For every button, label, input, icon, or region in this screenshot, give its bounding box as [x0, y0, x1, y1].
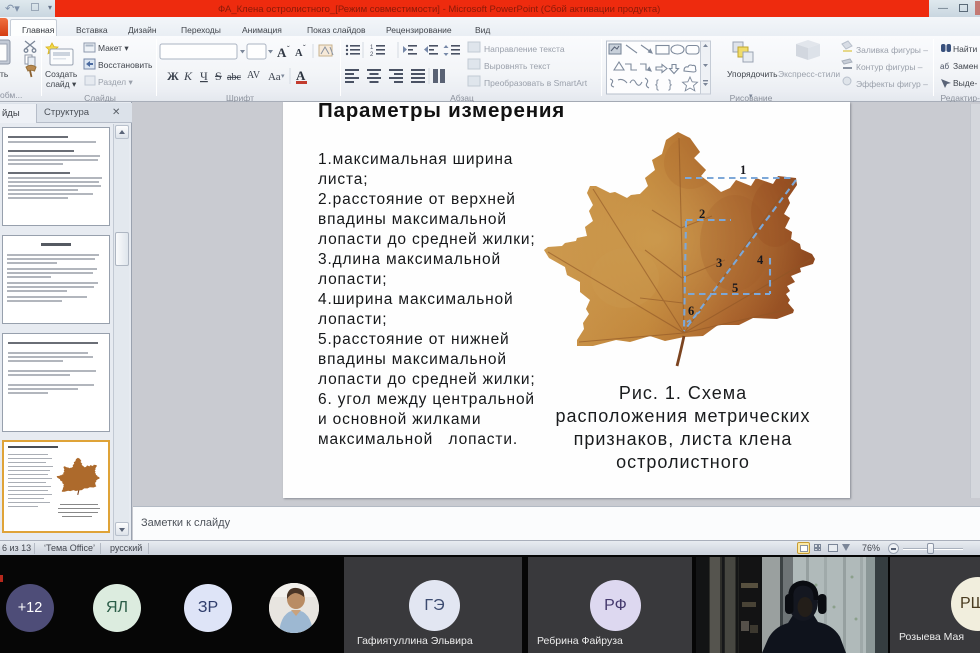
svg-text:▾: ▾ — [749, 93, 753, 100]
svg-text:}: } — [668, 77, 672, 91]
svg-text:Ч: Ч — [200, 69, 208, 83]
svg-text:3: 3 — [716, 256, 722, 270]
svg-text:К: К — [183, 69, 193, 83]
svg-text:6: 6 — [688, 304, 694, 318]
svg-text:1: 1 — [740, 163, 746, 177]
svg-text:Аа: Аа — [268, 71, 281, 83]
svg-text:аб: аб — [940, 62, 949, 71]
svg-text:AV: AV — [247, 70, 261, 81]
svg-text:Ж: Ж — [167, 69, 179, 83]
svg-text:А: А — [296, 68, 306, 83]
svg-text:2: 2 — [699, 207, 705, 221]
svg-text:abc: abc — [227, 72, 241, 83]
svg-text:4: 4 — [757, 253, 764, 267]
svg-text:ˇ: ˇ — [287, 45, 290, 54]
svg-text:2: 2 — [370, 52, 374, 58]
svg-text:ˇ: ˇ — [303, 44, 306, 53]
svg-text:1: 1 — [370, 45, 374, 51]
svg-text:5: 5 — [732, 281, 738, 295]
svg-text:▾: ▾ — [281, 72, 285, 80]
svg-text:А: А — [295, 48, 303, 59]
svg-text:S: S — [215, 69, 222, 83]
svg-text:А: А — [277, 45, 287, 60]
svg-text:{: { — [655, 77, 659, 91]
